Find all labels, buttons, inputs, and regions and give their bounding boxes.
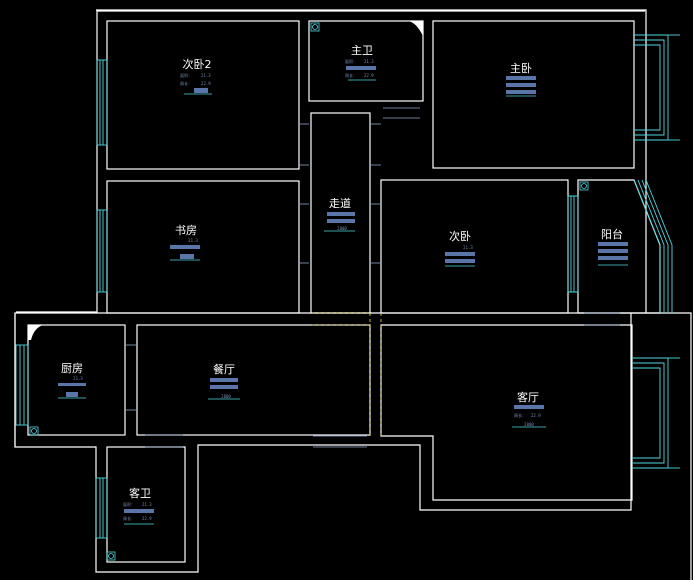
- dimension: 2800: [221, 394, 231, 399]
- perimeter-label: 周长：: [345, 72, 357, 78]
- room-name: 客卫: [129, 486, 151, 500]
- room-name: 次卧2: [183, 57, 212, 71]
- room-master-bedroom: [432, 20, 635, 169]
- perimeter-label: 周长：: [514, 412, 526, 418]
- label-second-bedroom-2: 次卧2 面积： 21.3 周长： 22.9: [180, 57, 212, 95]
- room-name: 主卫: [351, 44, 373, 57]
- label-dining: 餐厅 2800: [208, 362, 240, 400]
- room-name: 厨房: [61, 362, 83, 375]
- area-label: 面积：: [180, 72, 192, 78]
- window-living-bay: [632, 357, 680, 469]
- perimeter-label: 周长：: [123, 515, 135, 521]
- room-balcony: [577, 179, 661, 314]
- room-dining: [136, 324, 371, 436]
- area-value: 21.3: [201, 73, 211, 78]
- label-corridor: 走道 2800: [324, 196, 355, 232]
- perimeter-value: 22.9: [531, 413, 541, 418]
- windows: [15, 34, 680, 539]
- outer-wall-inner: [14, 10, 645, 447]
- fixtures: [28, 21, 589, 561]
- label-guest-bath: 客卫 面积： 21.3 周长： 22.9: [123, 486, 154, 525]
- window-master-bedroom-bay: [634, 34, 680, 141]
- room-name: 客厅: [517, 390, 539, 404]
- label-kitchen: 厨房 21.3: [58, 362, 86, 399]
- drain-icon-master-bath: [310, 22, 320, 32]
- room-second-bedroom: [380, 179, 569, 314]
- room-second-bedroom-2: [106, 20, 300, 170]
- outer-wall: [14, 9, 692, 580]
- room-name: 次卧: [449, 229, 471, 243]
- room-name: 走道: [329, 196, 351, 210]
- area-value: 21.3: [73, 376, 83, 381]
- label-study: 书房 21.3: [170, 224, 200, 261]
- room-name: 阳台: [601, 227, 623, 241]
- drain-icon-kitchen: [29, 426, 39, 436]
- floor-plan: 次卧2 面积： 21.3 周长： 22.9 主卫 面积： 21.3 周长： 22…: [14, 9, 692, 580]
- perimeter-value: 22.9: [364, 73, 374, 78]
- drain-icon-guest-bath: [106, 551, 116, 561]
- door-openings: [125, 107, 620, 448]
- area-value: 21.3: [188, 238, 198, 243]
- room-name: 餐厅: [213, 362, 235, 376]
- perimeter-label: 周长：: [180, 80, 192, 86]
- label-balcony: 阳台: [598, 227, 628, 266]
- area-label: 面积：: [345, 58, 357, 64]
- room-living: [380, 324, 633, 501]
- window-balcony: [567, 179, 673, 313]
- room-name: 主卧: [510, 62, 532, 75]
- label-second-bedroom: 次卧 21.3: [445, 229, 475, 267]
- room-name: 书房: [175, 224, 197, 237]
- window-study: [96, 209, 108, 293]
- window-second-bedroom-2: [96, 59, 108, 146]
- perimeter-value: 22.9: [142, 516, 152, 521]
- flue-icon-kitchen: [28, 325, 43, 340]
- window-kitchen: [15, 344, 29, 426]
- flue-icon-master-bath: [408, 21, 423, 36]
- room-study: [106, 180, 300, 314]
- drain-icon-balcony: [579, 181, 589, 191]
- area-label: 面积：: [123, 501, 135, 507]
- dimension: 2800: [337, 226, 347, 231]
- dimension: 2800: [524, 422, 534, 427]
- area-value: 21.3: [142, 502, 152, 507]
- open-connection-lines: [312, 312, 382, 436]
- window-guest-bath: [95, 477, 108, 539]
- area-value: 21.3: [364, 59, 374, 64]
- area-value: 21.3: [463, 245, 473, 250]
- label-living: 客厅 周长： 22.9 2800: [512, 390, 546, 428]
- label-master-bath: 主卫 面积： 21.3 周长： 22.9: [345, 44, 376, 81]
- label-master-bedroom: 主卧: [506, 62, 536, 97]
- perimeter-value: 22.9: [201, 81, 211, 86]
